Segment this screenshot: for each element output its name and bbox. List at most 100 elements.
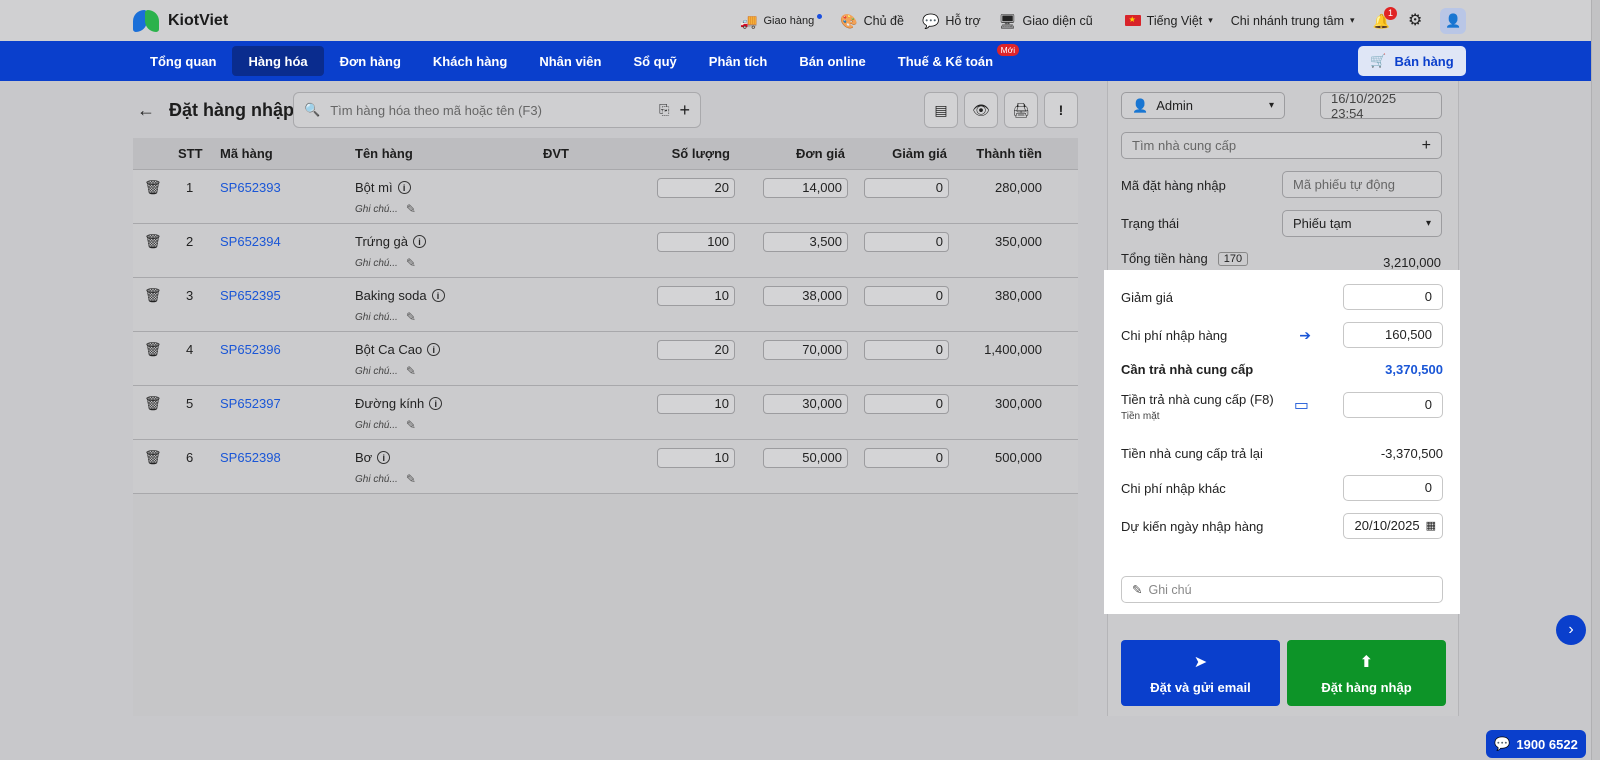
order-and-email-button[interactable]: ➤ Đặt và gửi email (1121, 640, 1280, 706)
old-ui-link[interactable]: 🖥 Giao diện cũ (999, 14, 1093, 28)
barcode-tool-button[interactable]: ▤ (924, 92, 958, 128)
nav-cashbook[interactable]: Sổ quỹ (617, 46, 692, 76)
row-product-code[interactable]: SP652397 (220, 396, 281, 411)
price-input[interactable]: 70,000 (763, 340, 848, 360)
row-note[interactable]: Ghi chú... ✎ (355, 202, 416, 216)
view-button[interactable]: 👁 (964, 92, 998, 128)
info-icon[interactable]: i (377, 451, 391, 464)
row-note[interactable]: Ghi chú... ✎ (355, 418, 416, 432)
info-button[interactable]: ! (1044, 92, 1078, 128)
row-product-name: Bột Ca Cao i (355, 342, 441, 357)
row-product-code[interactable]: SP652393 (220, 180, 281, 195)
import-file-icon[interactable]: ⎘ (659, 102, 669, 118)
back-arrow-icon[interactable]: ← (137, 100, 155, 121)
product-name-text: Bột mì (355, 180, 393, 195)
status-select[interactable]: Phiếu tạm ▾ (1282, 210, 1442, 237)
calendar-icon[interactable]: ▦ (1426, 514, 1436, 538)
chevron-down-icon: ▾ (1425, 218, 1431, 229)
qty-input[interactable]: 100 (657, 232, 735, 252)
import-cost-input[interactable]: 160,500 (1343, 322, 1443, 348)
paid-input[interactable]: 0 (1343, 392, 1443, 418)
language-select[interactable]: Tiếng Việt ▾ (1124, 14, 1213, 28)
row-note[interactable]: Ghi chú... ✎ (355, 256, 416, 270)
trash-icon[interactable]: 🗑 (144, 233, 162, 250)
note-text: Ghi chú... (355, 257, 398, 269)
page-scrollbar[interactable] (1591, 0, 1600, 760)
expand-panel-button[interactable]: › (1556, 615, 1586, 645)
info-icon[interactable]: i (429, 397, 443, 410)
discount-input[interactable]: 0 (864, 448, 949, 468)
hotline-button[interactable]: 💬 1900 6522 (1486, 730, 1586, 758)
print-button[interactable]: 🖨 (1004, 92, 1038, 128)
support-link[interactable]: 💬 Hỗ trợ (922, 14, 981, 28)
brand-logo[interactable]: KiotViet (133, 8, 228, 34)
order-code-input[interactable]: Mã phiếu tự động (1282, 171, 1442, 198)
row-note[interactable]: Ghi chú... ✎ (355, 364, 416, 378)
delivery-link[interactable]: 🚚 Giao hàng (740, 14, 823, 28)
info-icon[interactable]: i (427, 343, 441, 356)
qty-input[interactable]: 10 (657, 286, 735, 306)
barcode-icon: ▤ (934, 101, 948, 118)
row-note[interactable]: Ghi chú... ✎ (355, 310, 416, 324)
discount-input[interactable]: 0 (864, 286, 949, 306)
qty-input[interactable]: 10 (657, 448, 735, 468)
row-product-code[interactable]: SP652398 (220, 450, 281, 465)
note-input[interactable]: ✎ Ghi chú (1121, 576, 1443, 603)
info-icon[interactable]: i (413, 235, 427, 248)
price-input[interactable]: 30,000 (763, 394, 848, 414)
qty-input[interactable]: 10 (657, 394, 735, 414)
order-datetime[interactable]: 16/10/2025 23:54 (1320, 91, 1442, 121)
price-input[interactable]: 38,000 (763, 286, 848, 306)
search-input[interactable] (330, 102, 650, 118)
expected-date-input[interactable]: 20/10/2025 ▦ (1343, 513, 1443, 539)
nav-products[interactable]: Hàng hóa (232, 46, 324, 76)
row-product-code[interactable]: SP652395 (220, 288, 281, 303)
discount-input[interactable]: 0 (1343, 284, 1443, 310)
place-order-button[interactable]: ⬆ Đặt hàng nhập (1287, 640, 1446, 706)
trash-icon[interactable]: 🗑 (144, 341, 162, 358)
row-total: 380,000 (995, 288, 1042, 303)
nav-customers[interactable]: Khách hàng (417, 46, 523, 76)
user-avatar[interactable]: 👤 (1440, 7, 1467, 34)
info-icon[interactable]: i (397, 181, 411, 194)
price-input[interactable]: 50,000 (763, 448, 848, 468)
info-icon[interactable]: i (431, 289, 445, 302)
trash-icon[interactable]: 🗑 (144, 449, 162, 466)
discount-input[interactable]: 0 (864, 394, 949, 414)
trash-icon[interactable]: 🗑 (144, 395, 162, 412)
other-cost-input[interactable]: 0 (1343, 475, 1443, 501)
nav-overview[interactable]: Tổng quan (134, 46, 232, 76)
nav-analytics[interactable]: Phân tích (693, 46, 784, 76)
price-input[interactable]: 3,500 (763, 232, 848, 252)
nav-tax-accounting[interactable]: Thuế & Kế toán Mới (882, 44, 1020, 76)
plus-icon[interactable]: + (1422, 137, 1431, 155)
credit-card-icon[interactable]: ▭ (1294, 395, 1309, 415)
branch-select[interactable]: Chi nhánh trung tâm ▾ (1231, 14, 1355, 28)
row-product-code[interactable]: SP652394 (220, 234, 281, 249)
nav-orders[interactable]: Đơn hàng (324, 46, 417, 76)
supplier-search[interactable]: Tìm nhà cung cấp + (1121, 132, 1442, 159)
nav-online-sales[interactable]: Bán online (783, 46, 881, 76)
table-row: 🗑 5 SP652397 Đường kính i Ghi chú... ✎ 10 30,000… (133, 386, 1078, 440)
discount-input[interactable]: 0 (864, 178, 949, 198)
notification-button[interactable]: 🔔 1 (1373, 6, 1398, 28)
row-product-code[interactable]: SP652396 (220, 342, 281, 357)
row-note[interactable]: Ghi chú... ✎ (355, 472, 416, 486)
qty-input[interactable]: 20 (657, 178, 735, 198)
theme-link[interactable]: 🎨 Chủ đề (840, 14, 904, 28)
user-select[interactable]: 👤 Admin ▾ (1121, 92, 1285, 119)
discount-input[interactable]: 0 (864, 340, 949, 360)
qty-input[interactable]: 20 (657, 340, 735, 360)
sell-button[interactable]: 🛒 Bán hàng (1358, 46, 1466, 76)
notification-count-badge: 1 (1384, 6, 1398, 20)
col-code: Mã hàng (220, 146, 273, 161)
price-input[interactable]: 14,000 (763, 178, 848, 198)
nav-staff[interactable]: Nhân viên (523, 46, 617, 76)
trash-icon[interactable]: 🗑 (144, 179, 162, 196)
product-name-text: Đường kính (355, 396, 425, 411)
plus-icon[interactable]: + (679, 100, 690, 121)
arrow-right-icon[interactable]: ➔ (1299, 327, 1311, 344)
settings-button[interactable]: ⚙ (1408, 12, 1422, 29)
discount-input[interactable]: 0 (864, 232, 949, 252)
trash-icon[interactable]: 🗑 (144, 287, 162, 304)
